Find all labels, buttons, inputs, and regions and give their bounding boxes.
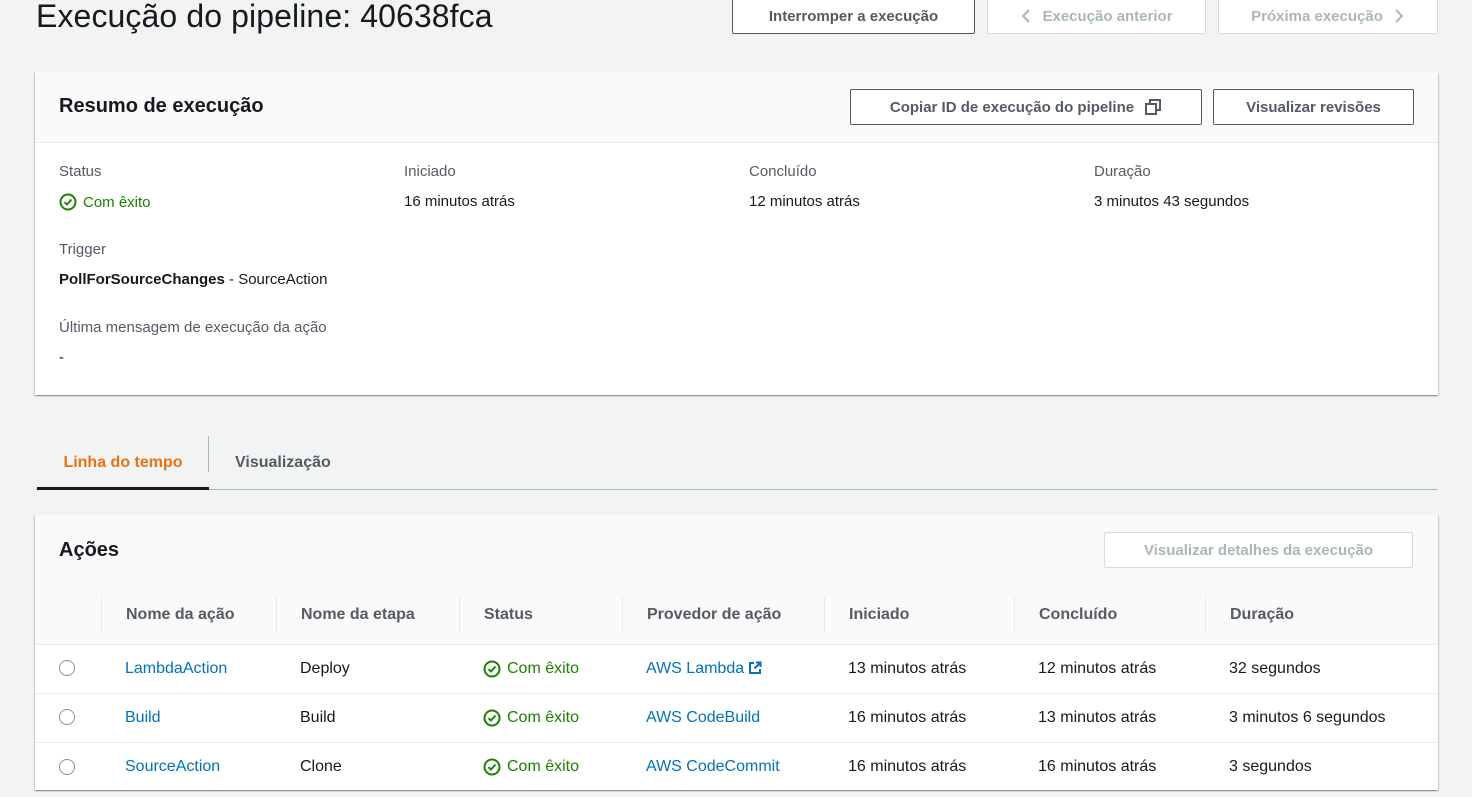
- column-header-action-name[interactable]: Nome da ação: [101, 587, 276, 645]
- column-header-completed[interactable]: Concluído: [1014, 587, 1205, 645]
- stage-name-cell: Clone: [300, 757, 342, 775]
- page-title: Execução do pipeline: 40638fca: [36, 0, 493, 34]
- action-name-cell: LambdaAction: [101, 644, 276, 694]
- duration-cell: 32 segundos: [1205, 644, 1438, 694]
- copy-execution-id-label: Copiar ID de execução do pipeline: [889, 98, 1135, 116]
- previous-execution-label: Execução anterior: [1042, 7, 1173, 25]
- last-message-value: -: [59, 349, 64, 366]
- duration-cell: 3 minutos 6 segundos: [1205, 693, 1438, 743]
- column-header-status[interactable]: Status: [459, 587, 622, 645]
- status-text: Com êxito: [507, 708, 580, 726]
- stop-execution-label: Interromper a execução: [768, 7, 939, 25]
- table-row: Build Build Com êxito AWS CodeBuild 16 m…: [35, 693, 1438, 743]
- action-name-link[interactable]: Build: [125, 709, 161, 726]
- tab-visualization[interactable]: Visualização: [235, 436, 331, 489]
- status-cell: Com êxito: [459, 742, 622, 791]
- provider-link[interactable]: AWS Lambda: [646, 660, 762, 677]
- duration-cell: 3 segundos: [1229, 757, 1312, 775]
- next-execution-label: Próxima execução: [1251, 7, 1383, 25]
- stop-execution-button[interactable]: Interromper a execução: [732, 0, 975, 34]
- summary-title: Resumo de execução: [59, 95, 264, 117]
- view-revisions-label: Visualizar revisões: [1246, 98, 1381, 116]
- started-label: Iniciado: [404, 163, 456, 180]
- row-radio-button[interactable]: [59, 660, 75, 677]
- column-header-started[interactable]: Iniciado: [824, 587, 1014, 645]
- status-text: Com êxito: [507, 659, 580, 677]
- column-header-duration[interactable]: Duração: [1205, 587, 1438, 645]
- status-text: Com êxito: [83, 193, 151, 211]
- tab-divider: [208, 436, 209, 472]
- select-column-header: [35, 587, 101, 645]
- completed-label: Concluído: [749, 163, 817, 180]
- row-select-cell: [35, 693, 101, 743]
- completed-value: 12 minutos atrás: [749, 193, 860, 210]
- provider-cell: AWS CodeBuild: [622, 693, 824, 743]
- action-name-cell: Build: [101, 693, 276, 743]
- table-row: LambdaAction Deploy Com êxito AWS Lambda…: [35, 644, 1438, 694]
- table-row: SourceAction Clone Com êxito AWS CodeCom…: [35, 742, 1438, 791]
- duration-label: Duração: [1094, 163, 1151, 180]
- actions-table: Nome da ação Nome da etapa Status Proved…: [35, 587, 1438, 791]
- trigger-value: PollForSourceChanges - SourceAction: [59, 271, 327, 288]
- row-radio-button[interactable]: [59, 709, 75, 726]
- actions-header: Ações Visualizar detalhes da execução: [35, 515, 1438, 587]
- duration-value: 3 minutos 43 segundos: [1094, 193, 1250, 210]
- tab-visualization-label: Visualização: [235, 453, 331, 471]
- tab-timeline-label: Linha do tempo: [63, 453, 183, 471]
- execution-summary-panel: Resumo de execução Copiar ID de execução…: [35, 72, 1438, 395]
- previous-execution-button[interactable]: Execução anterior: [987, 0, 1206, 34]
- started-cell: 13 minutos atrás: [824, 644, 1014, 694]
- provider-cell: AWS CodeCommit: [622, 742, 824, 791]
- last-message-label: Última mensagem de execução da ação: [59, 319, 327, 336]
- action-name-link[interactable]: SourceAction: [125, 758, 220, 775]
- provider-link[interactable]: AWS CodeBuild: [646, 709, 760, 726]
- view-revisions-button[interactable]: Visualizar revisões: [1213, 89, 1414, 125]
- external-link-icon: [749, 661, 762, 675]
- table-header-row: Nome da ação Nome da etapa Status Proved…: [35, 587, 1438, 645]
- row-radio-button[interactable]: [59, 758, 75, 775]
- trigger-label: Trigger: [59, 241, 106, 258]
- check-circle-icon: [483, 758, 501, 776]
- view-execution-details-button[interactable]: Visualizar detalhes da execução: [1104, 532, 1413, 568]
- action-name-cell: SourceAction: [101, 742, 276, 791]
- provider-cell: AWS Lambda: [622, 644, 824, 694]
- chevron-right-icon: [1395, 9, 1404, 23]
- actions-panel: Ações Visualizar detalhes da execução No…: [35, 515, 1438, 790]
- view-execution-details-label: Visualizar detalhes da execução: [1143, 541, 1373, 559]
- column-header-provider[interactable]: Provedor de ação: [622, 587, 824, 645]
- status-text: Com êxito: [507, 757, 580, 775]
- summary-header: Resumo de execução Copiar ID de execução…: [35, 72, 1438, 143]
- status-value: Com êxito: [59, 193, 151, 211]
- status-cell: Com êxito: [459, 644, 622, 694]
- actions-title: Ações: [59, 539, 120, 561]
- trigger-action: - SourceAction: [224, 271, 328, 288]
- row-select-cell: [35, 644, 101, 694]
- completed-cell: 12 minutos atrás: [1014, 644, 1205, 694]
- completed-cell: 16 minutos atrás: [1038, 757, 1157, 775]
- status-label: Status: [59, 163, 102, 180]
- next-execution-button[interactable]: Próxima execução: [1218, 0, 1438, 34]
- check-circle-icon: [483, 709, 501, 726]
- copy-icon: [1145, 99, 1162, 115]
- column-header-stage-name[interactable]: Nome da etapa: [276, 587, 459, 645]
- check-circle-icon: [483, 660, 501, 677]
- started-cell: 16 minutos atrás: [848, 757, 967, 775]
- trigger-source: PollForSourceChanges: [59, 271, 225, 288]
- started-cell: 16 minutos atrás: [824, 693, 1014, 743]
- execution-tabs: Linha do tempo Visualização: [36, 436, 1438, 490]
- copy-execution-id-button[interactable]: Copiar ID de execução do pipeline: [850, 89, 1202, 125]
- status-cell: Com êxito: [459, 693, 622, 743]
- check-circle-icon: [59, 193, 77, 211]
- row-select-cell: [35, 742, 101, 791]
- provider-link[interactable]: AWS CodeCommit: [646, 758, 780, 775]
- action-name-link[interactable]: LambdaAction: [125, 660, 227, 677]
- tab-timeline[interactable]: Linha do tempo: [37, 436, 209, 490]
- stage-name-cell: Deploy: [276, 644, 459, 694]
- provider-text: AWS Lambda: [646, 659, 745, 677]
- chevron-left-icon: [1022, 9, 1031, 23]
- completed-cell: 13 minutos atrás: [1014, 693, 1205, 743]
- stage-name-cell: Build: [276, 693, 459, 743]
- started-value: 16 minutos atrás: [404, 193, 515, 210]
